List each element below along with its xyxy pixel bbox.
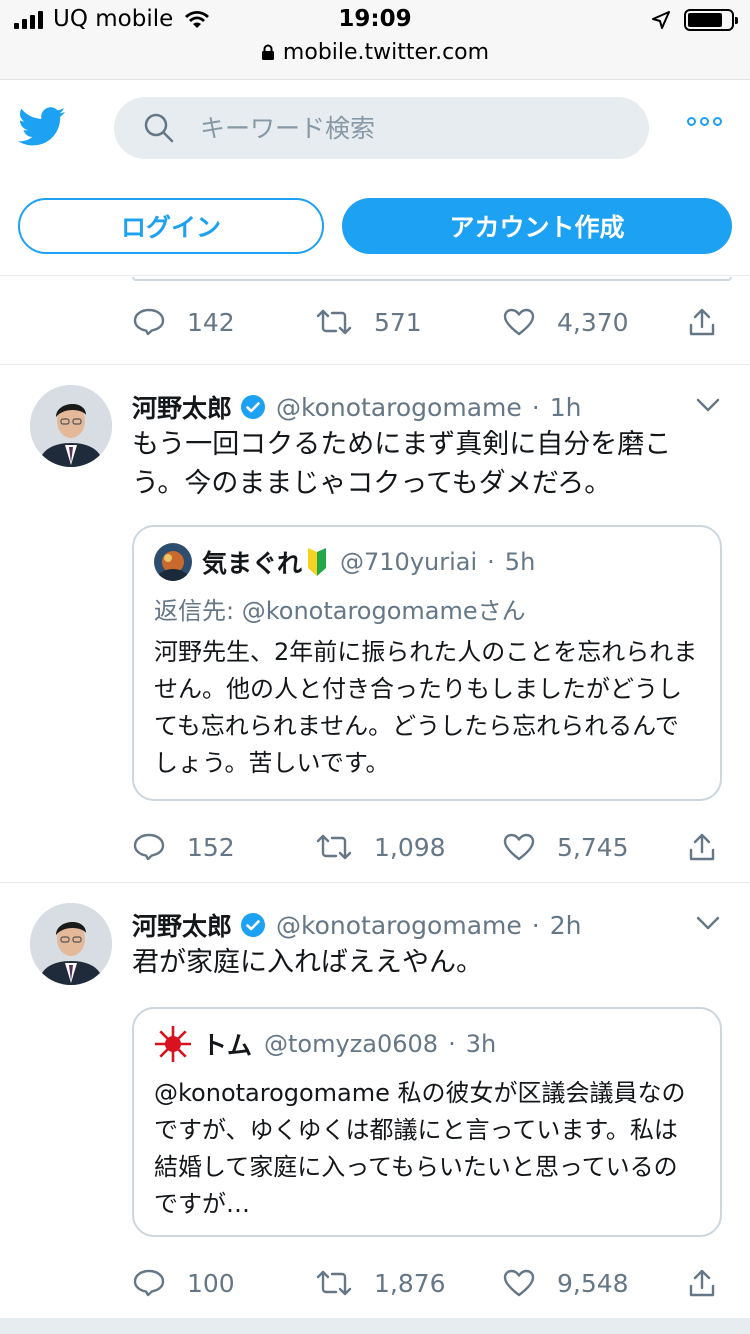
heart-icon (503, 308, 535, 336)
retweet-count: 1,098 (374, 832, 446, 862)
quoted-author-handle: @710yuriai (340, 548, 478, 576)
quoted-tweet-time: 3h (465, 1030, 497, 1058)
quoted-author-name: トム (202, 1031, 253, 1060)
tweet-header: 河野太郎 @konotarogomame · 2h (132, 907, 581, 943)
tweet-text: もう一回コクるためにまず真剣に自分を磨こう。今のままじゃコクってもダメだろ。 (132, 429, 672, 499)
share-button[interactable] (688, 1242, 716, 1324)
quoted-tweet-card[interactable]: 気まぐれ @710yuriai · 5h 返信先: @konotarogomam… (132, 525, 722, 801)
author-name[interactable]: 河野太郎 (132, 389, 232, 425)
like-count: 4,370 (557, 307, 629, 337)
login-button[interactable]: ログイン (18, 198, 324, 254)
url-bar[interactable]: mobile.twitter.com (0, 40, 750, 65)
like-count: 9,548 (557, 1268, 629, 1298)
avatar[interactable] (30, 903, 112, 985)
reply-icon (133, 308, 165, 336)
reply-button[interactable]: 142 (133, 281, 235, 363)
quoted-tweet-text: 河野先生、2年前に振られた人のことを忘れられません。他の人と付き合ったりもしまし… (154, 638, 698, 777)
heart-icon (503, 1269, 535, 1297)
separator-dot: · (448, 1030, 456, 1058)
search-input[interactable] (200, 113, 600, 143)
retweet-icon (316, 1270, 352, 1296)
timeline: 142 571 4,370 河野太郎 @konotarogomame · 1h … (0, 277, 750, 1318)
quoted-tweet-header: トム @tomyza0608 · 3h (154, 1025, 700, 1063)
author-handle[interactable]: @konotarogomame (276, 911, 522, 940)
tweet[interactable]: 河野太郎 @konotarogomame · 1h もう一回コクるためにまず真剣… (0, 364, 750, 882)
twitter-header: ログイン アカウント作成 (0, 81, 750, 276)
reply-button[interactable]: 152 (133, 806, 235, 888)
timeline-divider (0, 1318, 750, 1334)
tweet-actions: 152 1,098 5,745 (0, 806, 750, 888)
beginner-mark-icon (308, 548, 327, 576)
separator-dot: · (531, 392, 540, 422)
reply-icon (133, 1269, 165, 1297)
more-options-icon[interactable] (687, 117, 722, 126)
status-bar: UQ mobile 19:09 mobile.twitter.com (0, 0, 750, 80)
battery-icon (684, 9, 738, 31)
lock-icon (261, 44, 274, 60)
tweet-actions: 142 571 4,370 (0, 281, 750, 363)
tweet-text: 君が家庭に入ればええやん。 (132, 947, 483, 978)
tweet-header: 河野太郎 @konotarogomame · 1h (132, 389, 581, 425)
chevron-down-icon[interactable] (696, 915, 720, 931)
retweet-button[interactable]: 1,876 (316, 1242, 446, 1324)
clock: 19:09 (338, 6, 412, 32)
reply-count: 152 (187, 832, 235, 862)
author-handle[interactable]: @konotarogomame (276, 393, 522, 422)
retweet-count: 571 (374, 307, 422, 337)
retweet-count: 1,876 (374, 1268, 446, 1298)
reply-count: 100 (187, 1268, 235, 1298)
location-arrow-icon (652, 11, 670, 29)
avatar[interactable] (30, 385, 112, 467)
search-icon (144, 113, 174, 143)
search-box[interactable] (114, 97, 649, 159)
twitter-bird-icon[interactable] (18, 107, 66, 147)
quoted-author-name: 気まぐれ (202, 549, 303, 578)
share-button[interactable] (688, 281, 716, 363)
tweet-time[interactable]: 1h (550, 393, 582, 422)
chevron-down-icon[interactable] (696, 397, 720, 413)
reply-button[interactable]: 100 (133, 1242, 235, 1324)
like-button[interactable]: 4,370 (503, 281, 629, 363)
quoted-avatar (154, 1025, 192, 1063)
quoted-tweet-card[interactable]: トム @tomyza0608 · 3h @konotarogomame 私の彼女… (132, 1007, 722, 1237)
author-name[interactable]: 河野太郎 (132, 907, 232, 943)
like-button[interactable]: 5,745 (503, 806, 629, 888)
quoted-tweet-text: @konotarogomame 私の彼女が区議会議員なのですが、ゆくゆくは都議に… (154, 1079, 686, 1218)
quoted-author-handle: @tomyza0608 (264, 1030, 439, 1058)
url-text: mobile.twitter.com (282, 40, 490, 65)
separator-dot: · (487, 548, 495, 576)
retweet-button[interactable]: 571 (316, 281, 422, 363)
reply-count: 142 (187, 307, 235, 337)
verified-badge-icon (241, 395, 266, 419)
like-button[interactable]: 9,548 (503, 1242, 629, 1324)
heart-icon (503, 833, 535, 861)
tweet[interactable]: 142 571 4,370 (0, 277, 750, 364)
signup-button[interactable]: アカウント作成 (342, 198, 732, 254)
retweet-icon (316, 309, 352, 335)
share-icon (689, 1269, 715, 1297)
like-count: 5,745 (557, 832, 629, 862)
retweet-icon (316, 834, 352, 860)
share-icon (689, 833, 715, 861)
quoted-tweet-time: 5h (504, 548, 536, 576)
share-button[interactable] (688, 806, 716, 888)
quoted-avatar (154, 543, 192, 581)
share-icon (689, 308, 715, 336)
tweet-actions: 100 1,876 9,548 (0, 1242, 750, 1324)
tweet-time[interactable]: 2h (550, 911, 582, 940)
tweet[interactable]: 河野太郎 @konotarogomame · 2h 君が家庭に入ればええやん。 (0, 882, 750, 1318)
reply-to-label: 返信先: @konotarogomameさん (154, 597, 526, 625)
verified-badge-icon (241, 913, 266, 937)
separator-dot: · (531, 910, 540, 940)
quoted-tweet-header: 気まぐれ @710yuriai · 5h (154, 543, 700, 581)
reply-icon (133, 833, 165, 861)
retweet-button[interactable]: 1,098 (316, 806, 446, 888)
